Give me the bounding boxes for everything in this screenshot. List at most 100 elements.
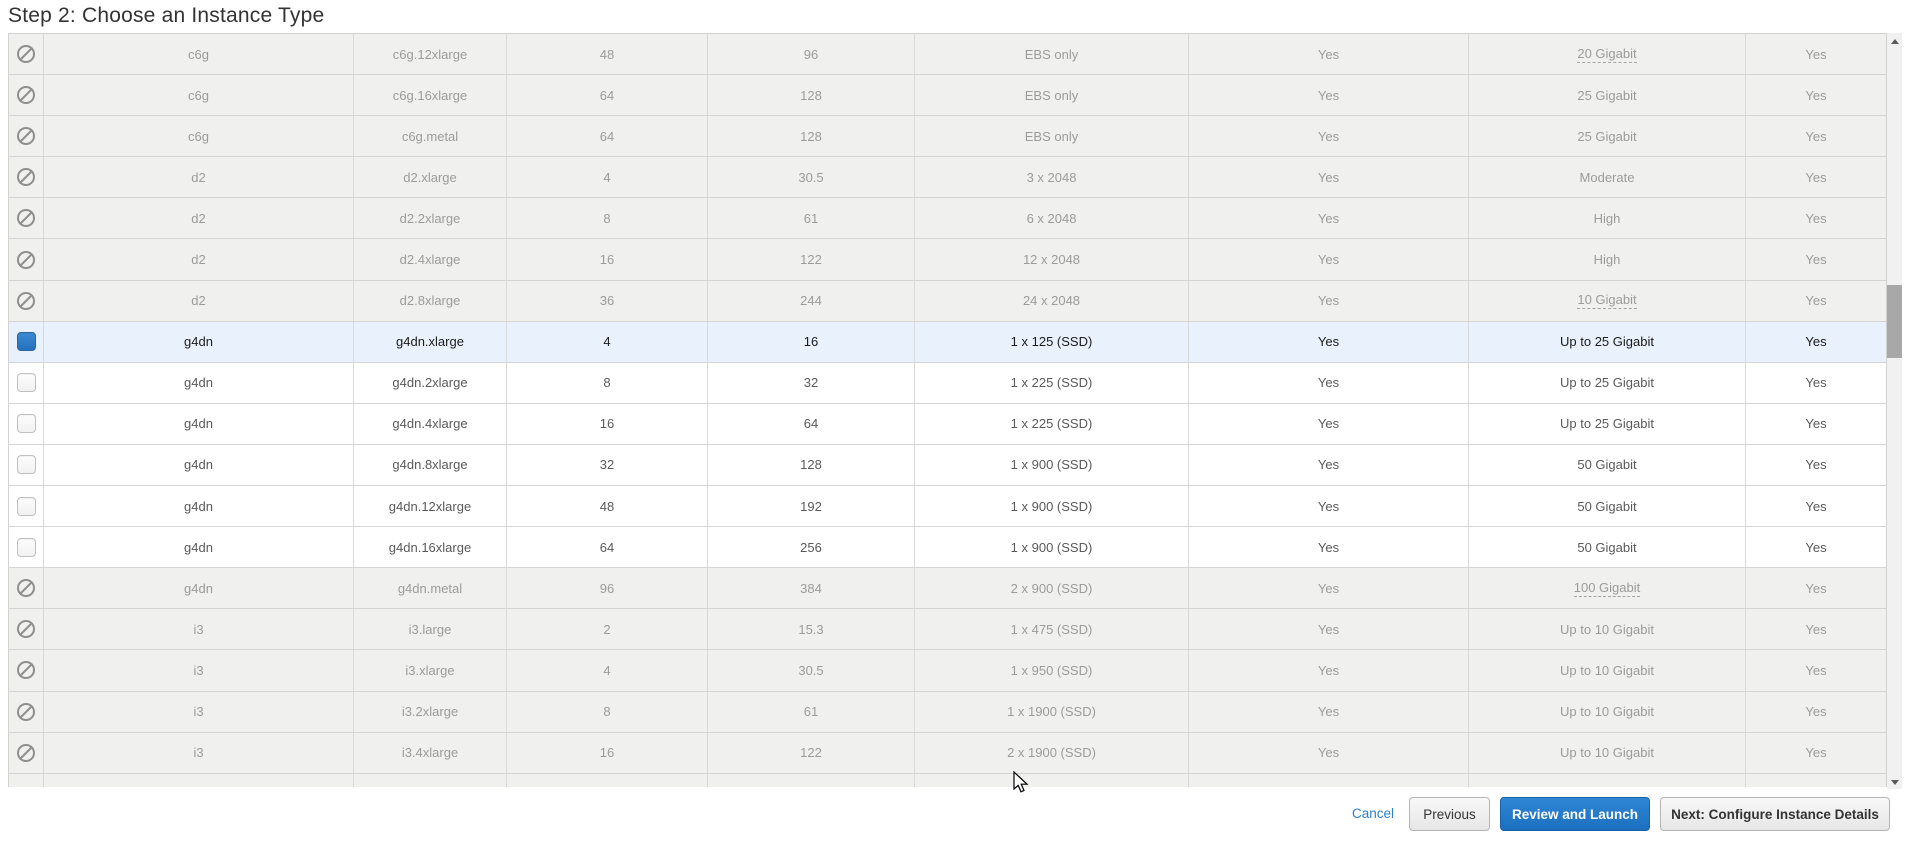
previous-button[interactable]: Previous	[1409, 797, 1490, 831]
cell-network: High	[1469, 239, 1746, 279]
row-checkbox[interactable]	[17, 373, 36, 392]
scroll-down-button[interactable]	[1887, 774, 1902, 790]
table-row[interactable]: g4dng4dn.metal963842 x 900 (SSD)Yes100 G…	[9, 568, 1886, 609]
selection-cell	[9, 733, 44, 773]
cell-vcpus: 64	[507, 527, 708, 567]
not-available-icon	[17, 620, 35, 638]
cell-type: c6g.16xlarge	[354, 75, 507, 115]
cell-family: g4dn	[44, 445, 354, 485]
cell-network: Up to 25 Gigabit	[1469, 322, 1746, 362]
table-row-partial	[9, 774, 1886, 787]
cell-type	[354, 774, 507, 787]
network-performance-tooltip-text[interactable]: 10 Gigabit	[1577, 292, 1636, 309]
table-row[interactable]: g4dng4dn.2xlarge8321 x 225 (SSD)YesUp to…	[9, 363, 1886, 404]
cell-family: i3	[44, 733, 354, 773]
network-performance-tooltip-text[interactable]: 20 Gigabit	[1577, 46, 1636, 63]
cell-ebs_optimized: Yes	[1189, 404, 1469, 444]
cell-type: i3.xlarge	[354, 650, 507, 690]
cell-storage	[915, 774, 1189, 787]
table-row[interactable]: g4dng4dn.12xlarge481921 x 900 (SSD)Yes50…	[9, 486, 1886, 527]
cell-network: Up to 10 Gigabit	[1469, 609, 1746, 649]
cell-vcpus: 48	[507, 486, 708, 526]
cell-ebs_optimized: Yes	[1189, 116, 1469, 156]
review-and-launch-button[interactable]: Review and Launch	[1500, 797, 1650, 831]
table-row[interactable]: i3i3.large215.31 x 475 (SSD)YesUp to 10 …	[9, 609, 1886, 650]
table-row[interactable]: d2d2.8xlarge3624424 x 2048Yes10 GigabitY…	[9, 281, 1886, 322]
row-checkbox-checked[interactable]	[17, 332, 36, 351]
cell-network: 10 Gigabit	[1469, 281, 1746, 321]
cell-ipv6: Yes	[1746, 157, 1886, 197]
cell-storage: 1 x 475 (SSD)	[915, 609, 1189, 649]
table-row[interactable]: c6gc6g.16xlarge64128EBS onlyYes25 Gigabi…	[9, 75, 1886, 116]
table-row[interactable]: c6gc6g.12xlarge4896EBS onlyYes20 Gigabit…	[9, 34, 1886, 75]
selection-cell	[9, 568, 44, 608]
table-row[interactable]: d2d2.xlarge430.53 x 2048YesModerateYes	[9, 157, 1886, 198]
scrollbar-thumb[interactable]	[1887, 285, 1902, 358]
cell-vcpus: 32	[507, 445, 708, 485]
cell-type: g4dn.xlarge	[354, 322, 507, 362]
cell-vcpus: 36	[507, 281, 708, 321]
cell-storage: 24 x 2048	[915, 281, 1189, 321]
table-row[interactable]: g4dng4dn.16xlarge642561 x 900 (SSD)Yes50…	[9, 527, 1886, 568]
table-row[interactable]: d2d2.2xlarge8616 x 2048YesHighYes	[9, 198, 1886, 239]
not-available-icon	[17, 744, 35, 762]
next-configure-instance-details-button[interactable]: Next: Configure Instance Details	[1660, 797, 1890, 831]
cell-memory: 244	[708, 281, 915, 321]
cell-memory	[708, 774, 915, 787]
cell-network: 50 Gigabit	[1469, 445, 1746, 485]
cell-ebs_optimized: Yes	[1189, 568, 1469, 608]
cell-vcpus: 16	[507, 404, 708, 444]
vertical-scrollbar[interactable]	[1887, 33, 1902, 790]
cell-family: c6g	[44, 34, 354, 74]
cell-vcpus: 16	[507, 733, 708, 773]
table-row[interactable]: g4dng4dn.xlarge4161 x 125 (SSD)YesUp to …	[9, 322, 1886, 363]
cell-memory: 122	[708, 733, 915, 773]
table-row[interactable]: c6gc6g.metal64128EBS onlyYes25 GigabitYe…	[9, 116, 1886, 157]
scroll-up-button[interactable]	[1887, 33, 1902, 49]
row-checkbox[interactable]	[17, 538, 36, 557]
row-checkbox[interactable]	[17, 455, 36, 474]
cell-network: Up to 10 Gigabit	[1469, 692, 1746, 732]
table-row[interactable]: g4dng4dn.4xlarge16641 x 225 (SSD)YesUp t…	[9, 404, 1886, 445]
cell-type: d2.8xlarge	[354, 281, 507, 321]
not-available-icon	[17, 86, 35, 104]
cell-type: i3.4xlarge	[354, 733, 507, 773]
cell-memory: 96	[708, 34, 915, 74]
cell-ipv6: Yes	[1746, 404, 1886, 444]
cell-memory: 122	[708, 239, 915, 279]
cell-ebs_optimized: Yes	[1189, 733, 1469, 773]
cell-storage: 1 x 125 (SSD)	[915, 322, 1189, 362]
cell-network: High	[1469, 198, 1746, 238]
cell-ebs_optimized: Yes	[1189, 198, 1469, 238]
table-row[interactable]: i3i3.2xlarge8611 x 1900 (SSD)YesUp to 10…	[9, 692, 1886, 733]
table-row[interactable]: i3i3.xlarge430.51 x 950 (SSD)YesUp to 10…	[9, 650, 1886, 691]
cell-vcpus: 4	[507, 650, 708, 690]
network-performance-tooltip-text[interactable]: 100 Gigabit	[1574, 580, 1641, 597]
cell-network: 50 Gigabit	[1469, 486, 1746, 526]
cell-ebs_optimized: Yes	[1189, 157, 1469, 197]
cell-ipv6: Yes	[1746, 34, 1886, 74]
cell-family: d2	[44, 281, 354, 321]
table-row[interactable]: i3i3.4xlarge161222 x 1900 (SSD)YesUp to …	[9, 733, 1886, 774]
selection-cell	[9, 445, 44, 485]
cell-family: i3	[44, 650, 354, 690]
cell-memory: 30.5	[708, 157, 915, 197]
row-checkbox[interactable]	[17, 497, 36, 516]
cell-ipv6: Yes	[1746, 650, 1886, 690]
cell-ipv6: Yes	[1746, 568, 1886, 608]
cancel-link[interactable]: Cancel	[1346, 797, 1400, 831]
row-checkbox[interactable]	[17, 414, 36, 433]
cell-storage: 12 x 2048	[915, 239, 1189, 279]
cell-type: g4dn.4xlarge	[354, 404, 507, 444]
cell-ipv6: Yes	[1746, 198, 1886, 238]
cell-memory: 32	[708, 363, 915, 403]
not-available-icon	[17, 209, 35, 227]
cell-vcpus: 96	[507, 568, 708, 608]
table-row[interactable]: d2d2.4xlarge1612212 x 2048YesHighYes	[9, 239, 1886, 280]
cell-memory: 384	[708, 568, 915, 608]
cell-ipv6: Yes	[1746, 527, 1886, 567]
table-row[interactable]: g4dng4dn.8xlarge321281 x 900 (SSD)Yes50 …	[9, 445, 1886, 486]
cell-ipv6: Yes	[1746, 692, 1886, 732]
cell-vcpus: 64	[507, 116, 708, 156]
cell-vcpus: 48	[507, 34, 708, 74]
